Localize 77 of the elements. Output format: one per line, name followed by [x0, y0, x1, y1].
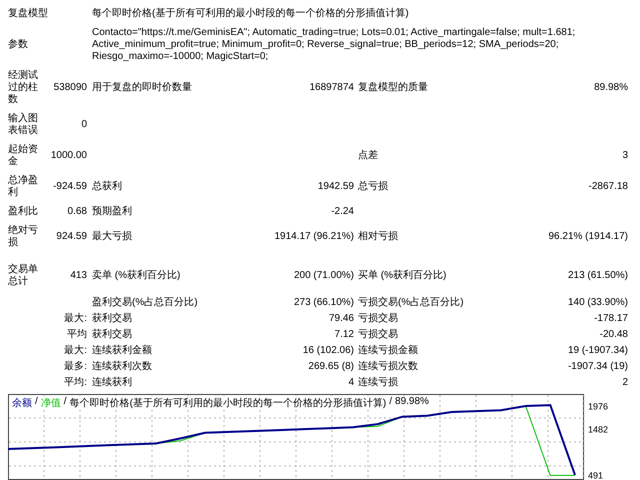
stat-label: 亏损交易(%占总百分比) — [358, 297, 464, 309]
row-label: 起始资金 — [8, 144, 39, 168]
stat-value: -178.17 — [594, 313, 628, 325]
stat-label: 亏损交易 — [358, 313, 398, 325]
row-label: 输入图表错误 — [8, 113, 39, 137]
stat-value: 最多: — [63, 361, 88, 373]
stat-label: 连续亏损次数 — [358, 361, 418, 373]
stat-value: 1942.59 — [318, 181, 354, 193]
stat-value: -1907.34 (19) — [568, 361, 628, 373]
stat-value: -924.59 — [52, 181, 88, 193]
stat-value: 273 (66.10%) — [294, 297, 354, 309]
stat-value: 1000.00 — [50, 150, 88, 162]
stat-label: 最大亏损 — [92, 231, 132, 243]
stat-value: 140 (33.90%) — [568, 297, 628, 309]
stat-value: 3 — [622, 150, 628, 162]
row-label: 参数 — [8, 39, 29, 51]
stat-label: 亏损交易 — [358, 329, 398, 341]
axis-tick-label: 1976 — [588, 402, 608, 412]
stat-value: 413 — [69, 270, 88, 282]
stat-label: 盈利交易(%占总百分比) — [92, 297, 198, 309]
stat-value: 最大: — [63, 313, 88, 325]
stat-value: 538090 — [52, 82, 88, 94]
setting-text: 每个即时价格(基于所有可利用的最小时段的每一个价格的分形插值计算) — [91, 8, 410, 20]
chart-title: 每个即时价格(基于所有可利用的最小时段的每一个价格的分形插值计算) — [70, 396, 386, 410]
stat-value: 19 (-1907.34) — [568, 345, 628, 357]
axis-tick-label: 1482 — [588, 424, 608, 435]
stat-value: 平均 — [66, 329, 88, 341]
legend-separator: / — [389, 396, 392, 409]
stat-label: 获利交易 — [92, 313, 132, 325]
stat-label: 用于复盘的即时价数量 — [92, 82, 192, 94]
stat-value: 79.46 — [328, 313, 354, 325]
stat-label: 复盘模型的质量 — [358, 82, 428, 94]
stat-value: 1914.17 (96.21%) — [274, 231, 354, 243]
stat-value: 0.68 — [66, 206, 88, 218]
stat-label: 总亏损 — [358, 181, 388, 193]
row-label: 复盘模型 — [8, 8, 49, 20]
stat-value: 7.12 — [334, 329, 354, 341]
stat-label: 总获利 — [92, 181, 122, 193]
axis-tick-label: 491 — [588, 470, 604, 480]
stat-label: 点差 — [358, 150, 378, 162]
stat-label: 预期盈利 — [92, 206, 132, 218]
stat-value: 200 (71.00%) — [294, 270, 354, 282]
stat-label: 连续获利金额 — [92, 345, 152, 357]
row-label: 绝对亏损 — [8, 225, 39, 249]
stat-value: 924.59 — [55, 231, 88, 243]
stat-value: 4 — [348, 377, 354, 389]
stat-value: 平均: — [63, 377, 88, 389]
stat-label: 获利交易 — [92, 329, 132, 341]
row-label: 总净盈利 — [8, 175, 39, 199]
setting-text: Contacto="https://t.me/GeminisEA"; Automatic_trading=true; Lots=0.01; Active_martingale=false; mult=1.681; Active_minimum_profit=true; Minimum_profit=0; Reverse_signal=true; BB_periods=12; SMA_periods=20; Riesgo_maximo=-10000; MagicStart=0; — [91, 27, 576, 63]
stat-label: 相对亏损 — [358, 231, 398, 243]
stat-label: 买单 (%获利百分比) — [358, 270, 446, 282]
stat-value: 2 — [622, 377, 628, 389]
stat-value: 89.98% — [594, 82, 628, 94]
stat-value: -2867.18 — [588, 181, 628, 193]
stat-label: 连续亏损金额 — [358, 345, 418, 357]
stat-value: -2.24 — [331, 206, 354, 218]
row-label: 交易单总计 — [8, 264, 39, 288]
legend-separator: / — [35, 396, 38, 409]
stat-value: 0 — [80, 119, 88, 131]
stat-value: 16 (102.06) — [302, 345, 354, 357]
stat-value: -20.48 — [600, 329, 628, 341]
stat-value: 96.21% (1914.17) — [548, 231, 628, 243]
stat-value: 213 (61.50%) — [568, 270, 628, 282]
stat-value: 16897874 — [310, 82, 354, 94]
stat-value: 269.65 (8) — [308, 361, 354, 373]
stat-label: 连续获利 — [92, 377, 132, 389]
stat-value: 最大: — [63, 345, 88, 357]
stat-label: 连续亏损 — [358, 377, 398, 389]
legend-item: 净值 — [40, 397, 61, 410]
legend-item: 余额 — [12, 396, 32, 410]
chart-quality: 89.98% — [395, 396, 429, 409]
row-label: 经测试过的柱数 — [8, 70, 39, 106]
stat-label: 卖单 (%获利百分比) — [92, 270, 180, 282]
row-label: 盈利比 — [8, 206, 39, 218]
stat-label: 连续获利次数 — [92, 361, 152, 373]
legend-separator: / — [64, 396, 67, 409]
